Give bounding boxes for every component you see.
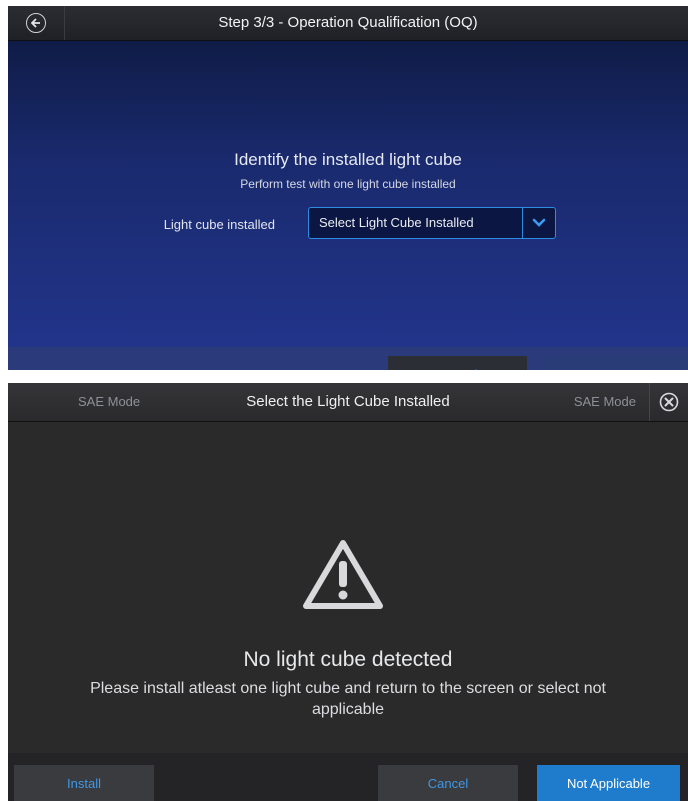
- no-light-cube-heading: No light cube detected: [243, 648, 453, 671]
- page-title: Step 3/3 - Operation Qualification (OQ): [218, 14, 478, 31]
- dialog-body: No light cube detected Please install at…: [8, 422, 688, 753]
- not-applicable-button[interactable]: Not Applicable: [537, 765, 680, 801]
- back-button[interactable]: [8, 6, 65, 40]
- light-cube-select-value: Select Light Cube Installed: [319, 215, 474, 230]
- sae-mode-label-right: SAE Mode: [573, 394, 636, 409]
- install-instructions-text: Please install atleast one light cube an…: [90, 680, 606, 718]
- warning-icon: [303, 540, 383, 609]
- cancel-button[interactable]: Cancel: [388, 356, 527, 370]
- light-cube-select[interactable]: Select Light Cube Installed: [308, 207, 556, 239]
- dialog-cancel-button[interactable]: Cancel: [378, 765, 518, 801]
- chevron-down-icon[interactable]: [522, 208, 555, 238]
- section-subheading: Perform test with one light cube install…: [240, 177, 456, 191]
- content-area: Identify the installed light cube Perfor…: [8, 41, 688, 347]
- select-light-cube-dialog: SAE Mode Select the Light Cube Installed…: [8, 383, 688, 801]
- section-heading: Identify the installed light cube: [234, 150, 462, 169]
- light-cube-field-label: Light cube installed: [163, 217, 275, 232]
- close-button[interactable]: [649, 383, 688, 421]
- dialog-header: SAE Mode Select the Light Cube Installed…: [8, 383, 688, 422]
- install-button[interactable]: Install: [14, 765, 154, 801]
- header-bar: Step 3/3 - Operation Qualification (OQ): [8, 6, 688, 41]
- oq-step-panel: Step 3/3 - Operation Qualification (OQ) …: [8, 6, 688, 370]
- sae-mode-label-left: SAE Mode: [78, 394, 141, 409]
- back-arrow-icon: [26, 13, 46, 33]
- next-button[interactable]: Next: [545, 356, 688, 370]
- close-icon: [659, 392, 679, 412]
